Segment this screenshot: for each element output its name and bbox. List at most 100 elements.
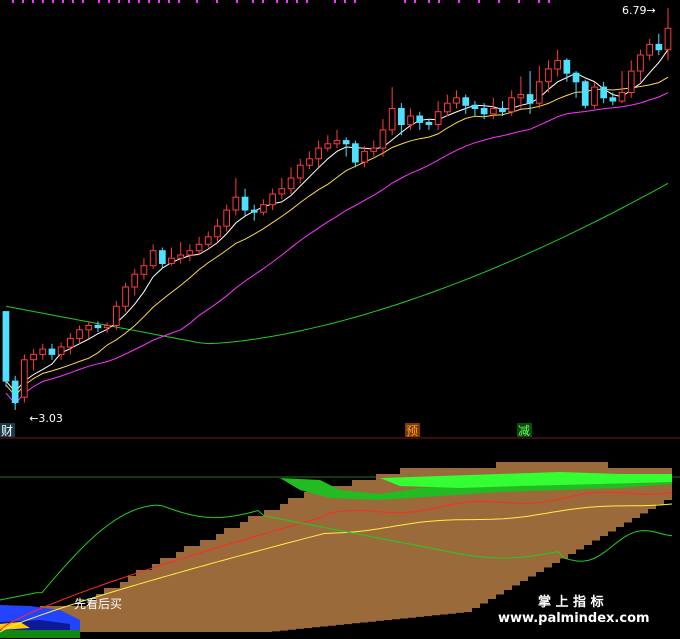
top-tick-mark bbox=[354, 0, 356, 3]
top-tick-mark bbox=[52, 0, 54, 3]
candle-up bbox=[122, 286, 129, 307]
candle-down bbox=[480, 108, 488, 115]
top-tick-mark bbox=[98, 0, 100, 3]
top-tick-mark bbox=[262, 0, 264, 3]
candle-down bbox=[499, 108, 506, 113]
candle-down bbox=[462, 97, 470, 106]
top-tick-mark bbox=[42, 0, 44, 3]
top-tick-mark bbox=[72, 0, 74, 3]
candle-up bbox=[434, 111, 442, 125]
top-tick-mark bbox=[168, 0, 170, 3]
top-tick-mark bbox=[62, 0, 64, 3]
candle-down bbox=[563, 59, 571, 74]
candle-up bbox=[324, 143, 332, 149]
candle-up bbox=[315, 147, 322, 160]
candle-up bbox=[407, 115, 414, 126]
candle-down bbox=[94, 325, 102, 329]
candle-up bbox=[637, 54, 644, 72]
candle-up bbox=[131, 273, 139, 288]
top-tick-mark bbox=[458, 0, 460, 3]
candle-up bbox=[508, 97, 515, 113]
candle-up bbox=[168, 257, 175, 265]
candle-up bbox=[85, 325, 93, 331]
high-price-label: 6.79→ bbox=[622, 4, 656, 17]
top-tick-mark bbox=[158, 0, 160, 3]
candle-up bbox=[554, 59, 561, 70]
candle-up bbox=[67, 337, 74, 348]
candle-up bbox=[204, 236, 212, 245]
candle-up bbox=[21, 359, 28, 398]
candle-up bbox=[453, 97, 460, 104]
candle-up bbox=[287, 177, 295, 190]
candle-up bbox=[361, 150, 368, 163]
candle-up bbox=[379, 129, 387, 149]
top-tick-mark bbox=[414, 0, 416, 3]
signal-label: 先看后买 bbox=[74, 597, 122, 611]
top-tick-mark bbox=[22, 0, 24, 3]
candle-up bbox=[306, 158, 313, 166]
watermark-title: 掌 上 指 标 bbox=[538, 594, 604, 610]
top-tick-mark bbox=[518, 0, 520, 3]
top-tick-mark bbox=[296, 0, 298, 3]
candle-down bbox=[11, 380, 19, 404]
candle-down bbox=[250, 209, 258, 213]
candle-up bbox=[113, 305, 120, 326]
top-tick-mark bbox=[148, 0, 150, 3]
candle-up bbox=[39, 348, 47, 355]
marker-yu: 预 bbox=[406, 424, 418, 438]
candle-up bbox=[140, 265, 148, 275]
indicator-base-green bbox=[0, 630, 80, 638]
top-tick-mark bbox=[108, 0, 110, 3]
top-tick-mark bbox=[344, 0, 346, 3]
candle-up bbox=[260, 204, 267, 213]
candle-down bbox=[581, 81, 589, 106]
candle-up bbox=[57, 346, 65, 355]
candle-up bbox=[333, 140, 341, 145]
candle-up bbox=[278, 188, 286, 195]
candle-up bbox=[195, 243, 203, 252]
candle-down bbox=[398, 108, 405, 125]
candle-down bbox=[655, 43, 663, 51]
candle-up bbox=[103, 325, 111, 329]
candle-up bbox=[232, 196, 240, 211]
candle-up bbox=[591, 86, 598, 106]
candle-down bbox=[600, 86, 607, 99]
top-tick-mark bbox=[118, 0, 120, 3]
top-tick-mark bbox=[82, 0, 84, 3]
top-tick-mark bbox=[252, 0, 254, 3]
stock-chart: ←3.03 6.79→ 财 预 减 先看后买 掌 上 指 标www.palmindex.… bbox=[0, 0, 680, 639]
low-price-label: ←3.03 bbox=[29, 412, 63, 425]
candle-up bbox=[149, 250, 157, 267]
marker-cai: 财 bbox=[1, 424, 13, 438]
candle-up bbox=[388, 108, 396, 131]
candle-up bbox=[490, 108, 497, 115]
top-tick-mark bbox=[548, 0, 550, 3]
candle-down bbox=[425, 121, 433, 126]
watermark-url: www.palmindex.com bbox=[498, 611, 650, 626]
top-tick-mark bbox=[286, 0, 288, 3]
candle-up bbox=[535, 81, 543, 104]
top-tick-mark bbox=[428, 0, 430, 3]
top-tick-mark bbox=[196, 0, 198, 3]
candle-down bbox=[416, 115, 424, 123]
top-tick-mark bbox=[178, 0, 180, 3]
top-tick-mark bbox=[438, 0, 440, 3]
candle-up bbox=[646, 43, 653, 56]
candle-up bbox=[214, 225, 221, 238]
candle-up bbox=[545, 68, 552, 83]
candle-up bbox=[618, 92, 626, 102]
top-tick-mark bbox=[404, 0, 406, 3]
top-tick-mark bbox=[12, 0, 14, 3]
candle-down bbox=[526, 94, 534, 104]
top-tick-mark bbox=[276, 0, 278, 3]
candle-up bbox=[370, 147, 378, 152]
candle-down bbox=[471, 104, 479, 110]
top-tick-mark bbox=[498, 0, 500, 3]
candle-down bbox=[609, 97, 617, 102]
candle-up bbox=[177, 254, 185, 259]
candle-up bbox=[223, 209, 231, 227]
top-tick-mark bbox=[236, 0, 238, 3]
candle-up bbox=[517, 94, 525, 99]
candle-down bbox=[48, 348, 56, 355]
marker-jian: 减 bbox=[518, 424, 530, 438]
